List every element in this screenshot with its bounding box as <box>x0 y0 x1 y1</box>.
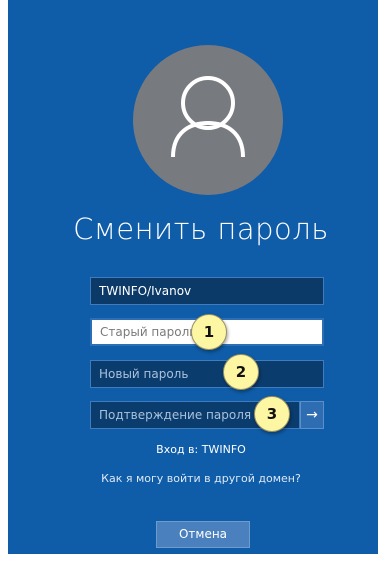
cancel-button[interactable]: Отмена <box>156 521 250 548</box>
username-field[interactable] <box>90 277 324 305</box>
callout-badge-3: 3 <box>254 396 290 432</box>
new-password-field[interactable] <box>90 360 324 388</box>
change-password-screen: Сменить пароль → 1 2 3 Вход в: TWINFO Ка… <box>8 0 378 554</box>
other-domain-link[interactable]: Как я могу войти в другой домен? <box>8 472 382 485</box>
arrow-right-icon: → <box>306 407 318 423</box>
submit-button[interactable]: → <box>300 401 324 429</box>
page-title: Сменить пароль <box>73 212 329 246</box>
user-avatar <box>133 45 283 195</box>
callout-badge-1: 1 <box>191 314 227 350</box>
callout-badge-2: 2 <box>223 354 259 390</box>
user-icon <box>171 76 245 158</box>
sign-in-domain-label: Вход в: TWINFO <box>156 443 246 456</box>
